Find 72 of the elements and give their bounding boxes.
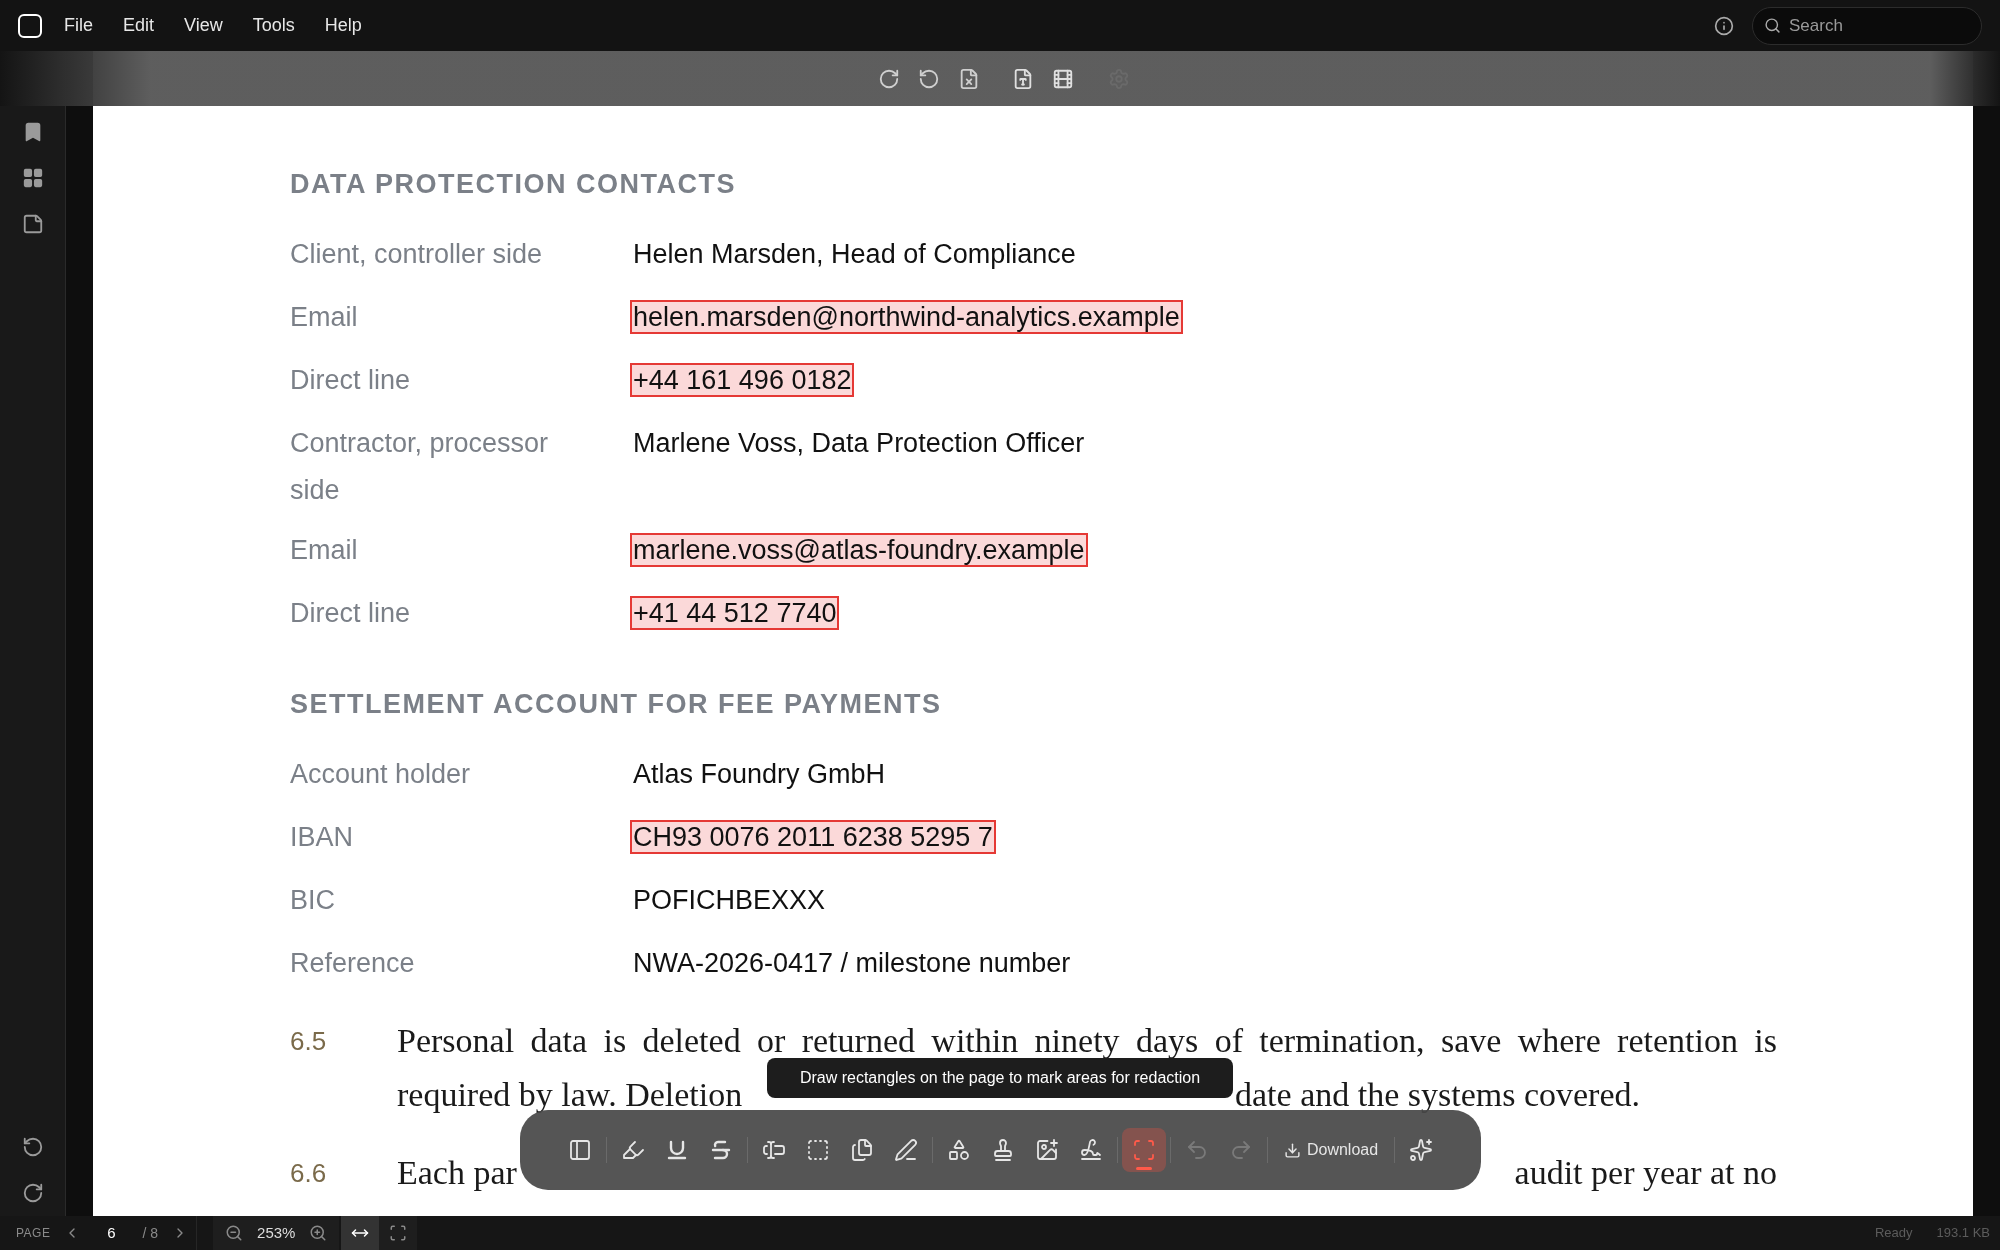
search-icon bbox=[1764, 16, 1781, 34]
field-value: Marlene Voss, Data Protection Officer bbox=[632, 426, 1086, 460]
menu-item[interactable]: Edit bbox=[123, 12, 155, 39]
status-text: Ready bbox=[1874, 1224, 1913, 1243]
field-value: Helen Marsden, Head of Compliance bbox=[632, 237, 1077, 271]
dashed-square-icon bbox=[805, 1138, 830, 1162]
redaction-mark: marlene.voss@atlas-foundry.example bbox=[630, 532, 1088, 567]
grid-icon[interactable] bbox=[21, 167, 44, 189]
scan-frame-icon bbox=[1131, 1138, 1156, 1162]
fit-page-button[interactable] bbox=[379, 1216, 418, 1250]
page-label: PAGE bbox=[16, 1225, 51, 1242]
download-button[interactable]: Download bbox=[1271, 1128, 1391, 1172]
menu-item[interactable]: Help bbox=[324, 12, 362, 39]
shapes-icon bbox=[946, 1138, 971, 1162]
field-label: Reference bbox=[290, 946, 416, 980]
field-value: Atlas Foundry GmbH bbox=[632, 757, 887, 791]
note-icon[interactable] bbox=[21, 213, 44, 235]
signature-icon bbox=[1078, 1138, 1103, 1162]
field-value: NWA-2026-0417 / milestone number bbox=[632, 946, 1072, 980]
pages-icon bbox=[849, 1138, 874, 1162]
page-count: / 8 bbox=[142, 1223, 159, 1243]
field-label: BIC bbox=[290, 883, 336, 917]
info-icon[interactable] bbox=[1714, 15, 1734, 36]
redaction-mark: CH93 0076 2011 6238 5295 7 bbox=[630, 819, 996, 854]
highlighter-icon bbox=[620, 1138, 645, 1162]
zoom-in-icon[interactable] bbox=[309, 1224, 328, 1242]
rotate-left-icon[interactable] bbox=[918, 67, 940, 90]
text-field-icon bbox=[761, 1138, 786, 1162]
clause-text: audit per year at no bbox=[1514, 1153, 1777, 1193]
file-size: 193.1 KB bbox=[1936, 1224, 1990, 1243]
zoom-level: 253% bbox=[257, 1222, 296, 1243]
section-heading: SETTLEMENT ACCOUNT FOR FEE PAYMENTS bbox=[290, 688, 943, 721]
clause-number: 6.6 bbox=[290, 1157, 328, 1190]
redaction-mark: +41 44 512 7740 bbox=[630, 595, 840, 630]
menu-item[interactable]: View bbox=[184, 12, 223, 39]
rotate-right-icon[interactable] bbox=[21, 1182, 44, 1204]
scan-frame-icon bbox=[389, 1224, 408, 1242]
menu-item[interactable]: Tools bbox=[252, 12, 295, 39]
field-label: Account holder bbox=[290, 757, 472, 791]
field-label: Client, controller side bbox=[290, 237, 544, 271]
clause-text: date and the systems covered. bbox=[1235, 1075, 1641, 1115]
pen-icon bbox=[893, 1138, 918, 1162]
search-field[interactable]: Search bbox=[1752, 6, 1982, 45]
page-field[interactable]: 6 bbox=[88, 1221, 135, 1245]
field-value: POFICHBEXXX bbox=[632, 883, 827, 917]
field-label: Email bbox=[290, 533, 359, 567]
panel-icon bbox=[567, 1138, 592, 1162]
film-icon[interactable] bbox=[1052, 67, 1074, 90]
sparkles-icon bbox=[1409, 1138, 1434, 1162]
clause-number: 6.5 bbox=[290, 1025, 328, 1058]
document-x-icon[interactable] bbox=[958, 67, 980, 90]
rotate-right-icon[interactable] bbox=[878, 67, 900, 90]
section-heading: DATA PROTECTION CONTACTS bbox=[290, 168, 737, 201]
field-label: IBAN bbox=[290, 820, 355, 854]
tooltip: Draw rectangles on the page to mark areas for redaction bbox=[767, 1058, 1233, 1098]
rotate-left-icon[interactable] bbox=[21, 1136, 44, 1158]
app-logo-icon bbox=[18, 13, 42, 38]
menu-item[interactable]: File bbox=[64, 12, 93, 39]
field-label: Direct line bbox=[290, 596, 412, 630]
fit-width-button[interactable] bbox=[341, 1216, 380, 1250]
redaction-mark: +44 161 496 0182 bbox=[630, 362, 855, 397]
clause-text: Personal data is deleted or returned within ninety days of termination, save where retention is bbox=[397, 1021, 1777, 1061]
clause-text: Each par bbox=[397, 1153, 517, 1193]
redaction-mark: helen.marsden@northwind-analytics.example bbox=[630, 299, 1183, 334]
field-label: Direct line bbox=[290, 363, 412, 397]
download-icon bbox=[1283, 1141, 1301, 1159]
document-text-icon[interactable] bbox=[1012, 67, 1034, 90]
field-label: Contractor, processor side bbox=[290, 426, 550, 507]
zoom-out-icon[interactable] bbox=[225, 1224, 244, 1242]
field-label: Email bbox=[290, 300, 359, 334]
image-icon bbox=[1034, 1138, 1059, 1162]
clause-text: required by law. Deletion bbox=[397, 1075, 743, 1115]
